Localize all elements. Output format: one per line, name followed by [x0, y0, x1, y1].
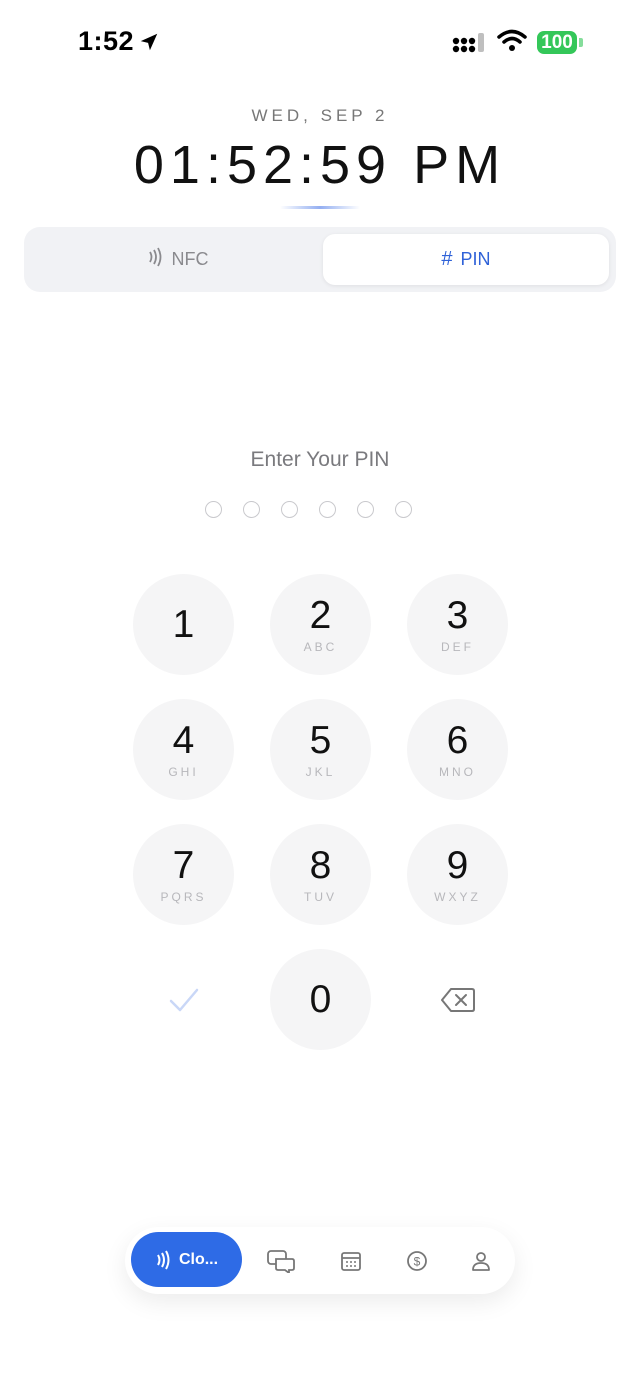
delete-button[interactable]: [407, 949, 508, 1050]
pin-title: Enter Your PIN: [250, 448, 390, 471]
key-number: 0: [309, 977, 332, 1021]
tab-profile[interactable]: [467, 1247, 495, 1275]
tab-pay[interactable]: $: [403, 1247, 431, 1275]
key-number: 1: [172, 602, 195, 646]
key-number: 7: [172, 843, 195, 887]
dollar-icon: $: [407, 1251, 427, 1271]
date-label: WED, SEP 2: [251, 106, 389, 125]
pin-dot: [243, 501, 260, 518]
battery-level: 100: [537, 31, 577, 54]
tab-messages[interactable]: [267, 1247, 295, 1275]
key-letters: GHI: [168, 764, 199, 779]
battery-cap: [579, 38, 583, 47]
mode-selector: NFC # PIN: [24, 227, 616, 292]
key-3[interactable]: 3 DEF: [407, 574, 508, 675]
key-letters: MNO: [439, 764, 476, 779]
tab-pin[interactable]: # PIN: [323, 234, 609, 285]
key-1[interactable]: 1: [133, 574, 234, 675]
key-5[interactable]: 5 JKL: [270, 699, 371, 800]
key-7[interactable]: 7 PQRS: [133, 824, 234, 925]
key-letters: PQRS: [160, 889, 207, 904]
svg-text:$: $: [414, 1255, 421, 1269]
tab-clock[interactable]: Clo...: [131, 1232, 242, 1287]
cellular-signal-icon: [452, 33, 484, 53]
pin-dot: [319, 501, 336, 518]
tab-nfc[interactable]: NFC: [32, 234, 322, 285]
key-letters: JKL: [305, 764, 336, 779]
clock-in-nfc-icon: [157, 1250, 170, 1269]
key-9[interactable]: 9 WXYZ: [407, 824, 508, 925]
key-4[interactable]: 4 GHI: [133, 699, 234, 800]
tab-pin-label: PIN: [460, 249, 491, 269]
key-letters: TUV: [304, 889, 337, 904]
key-6[interactable]: 6 MNO: [407, 699, 508, 800]
bottom-tab-bar: Clo... $: [125, 1227, 515, 1294]
clock-time: 01:52:59 PM: [133, 135, 507, 195]
nfc-icon: [146, 247, 164, 273]
clock-underline: [280, 206, 360, 209]
key-number: 9: [446, 843, 469, 887]
checkmark-icon: [169, 988, 198, 1011]
pin-dot: [357, 501, 374, 518]
pin-dot: [281, 501, 298, 518]
pin-dot: [395, 501, 412, 518]
pin-dots: [205, 501, 412, 518]
key-number: 8: [309, 843, 332, 887]
tab-calendar[interactable]: [337, 1247, 365, 1275]
confirm-button[interactable]: [133, 949, 234, 1050]
status-time: 1:52: [78, 26, 135, 56]
tab-clock-label: Clo...: [178, 1250, 219, 1268]
key-number: 6: [446, 718, 469, 762]
key-8[interactable]: 8 TUV: [270, 824, 371, 925]
key-number: 3: [446, 593, 469, 637]
tab-nfc-label: NFC: [171, 249, 209, 269]
pin-dot: [205, 501, 222, 518]
person-icon: [472, 1252, 490, 1271]
key-2[interactable]: 2 ABC: [270, 574, 371, 675]
key-number: 5: [309, 718, 332, 762]
backspace-icon: [440, 987, 475, 1012]
key-letters: DEF: [441, 639, 474, 654]
calendar-icon: [341, 1252, 361, 1271]
key-letters: ABC: [303, 639, 338, 654]
location-arrow-icon: [140, 33, 158, 51]
key-number: 4: [172, 718, 195, 762]
key-letters: WXYZ: [434, 889, 481, 904]
key-0[interactable]: 0: [270, 949, 371, 1050]
key-number: 2: [309, 593, 332, 637]
hash-icon: #: [441, 248, 453, 270]
wifi-icon: [497, 29, 527, 51]
chat-icon: [267, 1250, 295, 1273]
